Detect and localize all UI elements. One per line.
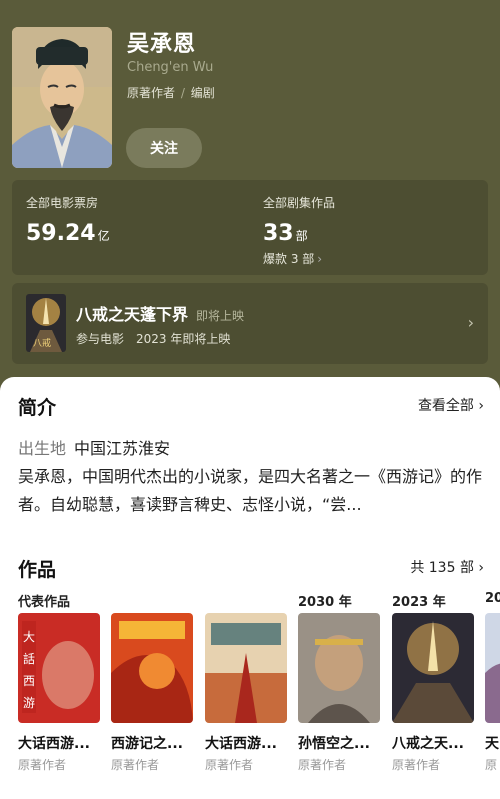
work-title: 孙悟空之...: [298, 736, 370, 752]
work-year: [18, 591, 100, 613]
person-name-en: Cheng'en Wu: [127, 60, 214, 75]
work-title: 大话西游...: [205, 736, 277, 752]
details-sheet: 简介 查看全部 › 出生地 中国江苏淮安 吴承恩，中国明代杰出的小说家，是四大名著…: [0, 377, 500, 799]
role-primary: 原著作者: [127, 86, 176, 100]
svg-text:大: 大: [23, 630, 35, 644]
work-year: [111, 591, 193, 613]
work-year: 2023 年: [392, 595, 446, 610]
series-number: 33: [263, 221, 294, 246]
intro-text[interactable]: 吴承恩，中国明代杰出的小说家，是四大名著之一《西游记》的作者。自幼聪慧，喜读野言…: [18, 463, 484, 519]
work-poster: [205, 613, 287, 723]
work-poster: [392, 613, 474, 723]
work-poster: [485, 613, 500, 723]
person-name: 吴承恩: [127, 32, 197, 57]
works-count-link[interactable]: 共 135 部 ›: [410, 557, 484, 577]
series-unit: 部: [295, 229, 308, 243]
works-carousel[interactable]: 代表作品 大 話 西 游 大话西游... 原著作者 西游记之... 原著作者 大…: [18, 591, 500, 791]
upcoming-poster: 八戒: [26, 294, 66, 352]
box-office-unit: 亿: [97, 229, 110, 243]
hits-link[interactable]: 爆款 3 部 ›: [263, 250, 335, 267]
work-role: 原著作者: [205, 758, 254, 772]
upcoming-status: 即将上映: [196, 309, 245, 323]
work-card[interactable]: 20 天 原: [485, 591, 500, 773]
person-roles: 原著作者 / 编剧: [127, 84, 215, 101]
hits-label: 爆款 3 部: [263, 252, 315, 266]
box-office-label: 全部电影票房: [26, 196, 99, 210]
work-role: 原著作者: [111, 758, 160, 772]
upcoming-title-row: 八戒之天蓬下界 即将上映: [76, 301, 244, 325]
role-secondary: 编剧: [190, 86, 215, 100]
work-card[interactable]: 2030 年 孙悟空之... 原著作者: [298, 591, 380, 773]
work-title: 大话西游...: [18, 736, 90, 752]
svg-text:八戒: 八戒: [33, 337, 51, 349]
upcoming-release: 2023 年即将上映: [136, 332, 231, 346]
upcoming-title: 八戒之天蓬下界: [76, 305, 189, 324]
work-role: 原著作者: [18, 758, 67, 772]
svg-text:游: 游: [23, 696, 35, 710]
series-value: 33 部: [263, 221, 335, 246]
work-card[interactable]: 2023 年 八戒之天... 原著作者: [392, 591, 474, 773]
work-poster: 大 話 西 游: [18, 613, 100, 723]
work-card[interactable]: 大话西游... 原著作者: [205, 591, 287, 773]
box-office-stat: 全部电影票房 59.24 亿: [26, 194, 110, 246]
work-title: 八戒之天...: [392, 736, 464, 752]
work-title: 西游记之...: [111, 736, 183, 752]
role-separator: /: [180, 86, 185, 100]
work-poster: [298, 613, 380, 723]
stats-card: 全部电影票房 59.24 亿 全部剧集作品 33 部 爆款 3 部 ›: [12, 180, 488, 275]
works-title: 作品: [18, 559, 57, 581]
svg-text:話: 話: [23, 651, 35, 666]
birthplace-key: 出生地: [18, 439, 67, 458]
work-year: 2030 年: [298, 595, 352, 610]
follow-button[interactable]: 关注: [126, 128, 202, 168]
upcoming-movie-card[interactable]: 八戒 八戒之天蓬下界 即将上映 参与电影 2023 年即将上映 ›: [12, 283, 488, 364]
work-card[interactable]: 大 話 西 游 大话西游... 原著作者: [18, 591, 100, 773]
work-role: 原著作者: [392, 758, 441, 772]
chevron-right-icon: ›: [317, 252, 323, 266]
series-label: 全部剧集作品: [263, 196, 336, 210]
upcoming-role: 参与电影: [76, 332, 125, 346]
birthplace-value: 中国江苏淮安: [74, 439, 171, 458]
intro-title: 简介: [18, 397, 57, 419]
work-title: 天: [485, 736, 499, 752]
box-office-number: 59.24: [26, 221, 96, 246]
work-card[interactable]: 西游记之... 原著作者: [111, 591, 193, 773]
portrait-image: [12, 27, 112, 168]
work-role: 原著作者: [298, 758, 347, 772]
birthplace: 出生地 中国江苏淮安: [18, 435, 170, 459]
work-year: 20: [485, 591, 500, 606]
chevron-right-icon: ›: [467, 313, 474, 332]
person-header: 吴承恩 Cheng'en Wu 原著作者 / 编剧 关注: [0, 0, 500, 180]
svg-text:西: 西: [23, 674, 35, 688]
view-all-link[interactable]: 查看全部 ›: [418, 395, 484, 415]
work-role: 原: [485, 758, 498, 772]
series-stat[interactable]: 全部剧集作品 33 部 爆款 3 部 ›: [263, 194, 335, 267]
upcoming-meta: 参与电影 2023 年即将上映: [76, 330, 230, 347]
work-year: [205, 591, 287, 613]
box-office-value: 59.24 亿: [26, 221, 110, 246]
work-poster: [111, 613, 193, 723]
